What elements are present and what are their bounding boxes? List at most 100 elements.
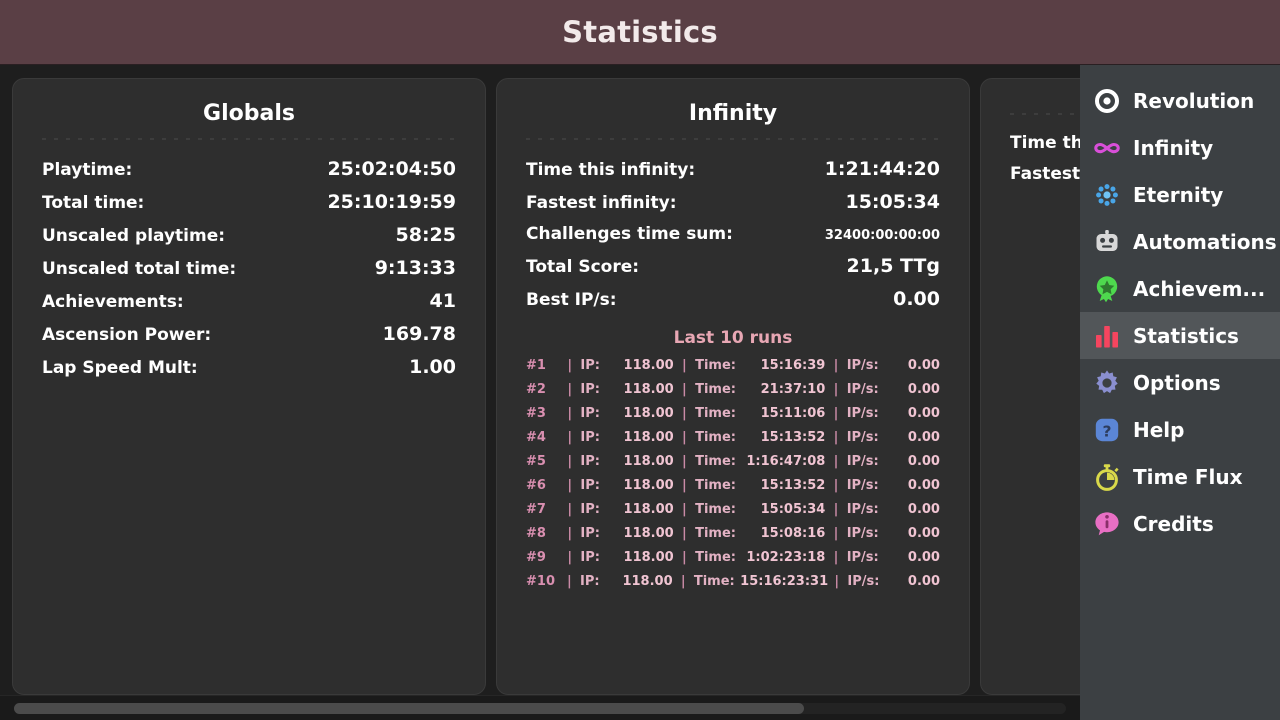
sidebar-item-help[interactable]: ? Help [1080, 406, 1280, 453]
run-row: #6 | IP: 118.00 | Time: 15:13:52 | IP/s: 0.00 [526, 478, 940, 493]
run-separator: | [834, 574, 840, 589]
stat-value: 25:10:19:59 [327, 191, 456, 213]
run-ip-value: 118.00 [623, 430, 674, 445]
run-separator: | [682, 478, 687, 493]
revolution-icon [1092, 86, 1122, 116]
run-rank: #6 [526, 478, 546, 493]
stat-label: Playtime: [42, 160, 133, 180]
stat-value: 9:13:33 [374, 257, 456, 279]
run-ips-label: IP/s: [846, 406, 879, 421]
sidebar-item-credits[interactable]: Credits [1080, 500, 1280, 547]
run-ips-label: IP/s: [846, 502, 879, 517]
run-ip-value: 118.00 [623, 454, 674, 469]
run-ip-label: IP: [580, 358, 600, 373]
run-time-label: Time: [693, 574, 735, 589]
run-ips-value: 0.00 [907, 574, 940, 589]
stats-panel: Infinity Time this infinity: 1:21:44:20 Fas… [496, 78, 970, 695]
run-ips-label: IP/s: [847, 574, 880, 589]
stat-value: 25:02:04:50 [327, 158, 456, 180]
run-ip-label: IP: [580, 406, 600, 421]
run-time-label: Time: [695, 430, 736, 445]
sidebar-item-statistics[interactable]: Statistics [1080, 312, 1280, 359]
stat-row: Playtime: 25:02:04:50 [42, 158, 456, 180]
sidebar-item-options[interactable]: Options [1080, 359, 1280, 406]
sidebar-item-achievem[interactable]: Achievem... [1080, 265, 1280, 312]
stat-row: Best IP/s: 0.00 [526, 288, 940, 310]
panel-divider [526, 138, 940, 140]
stat-label: Challenges time sum: [526, 224, 733, 244]
stat-label: Total time: [42, 193, 145, 213]
scrollbar-thumb[interactable] [14, 703, 804, 714]
run-ips-value: 0.00 [907, 550, 940, 565]
stat-row: Ascension Power: 169.78 [42, 323, 456, 345]
sidebar-item-automations[interactable]: Automations [1080, 218, 1280, 265]
run-separator: | [833, 430, 839, 445]
bar-chart-icon [1092, 321, 1122, 351]
run-ips-label: IP/s: [846, 454, 879, 469]
stat-row: Fastest infinity: 15:05:34 [526, 191, 940, 213]
run-ips-label: IP/s: [846, 430, 879, 445]
sidebar-item-label: Eternity [1133, 182, 1224, 207]
run-time-value: 15:13:52 [760, 478, 826, 493]
run-separator: | [682, 406, 687, 421]
run-separator: | [567, 406, 573, 421]
run-ips-value: 0.00 [907, 454, 940, 469]
run-row: #7 | IP: 118.00 | Time: 15:05:34 | IP/s: 0.00 [526, 502, 940, 517]
run-time-value: 1:02:23:18 [746, 550, 826, 565]
run-rank: #1 [526, 358, 546, 373]
stat-value: 32400:00:00:00 [824, 228, 940, 243]
sidebar-item-label: Revolution [1133, 88, 1255, 113]
stat-row: Achievements: 41 [42, 290, 456, 312]
sidebar-item-infinity[interactable]: Infinity [1080, 124, 1280, 171]
run-separator: | [567, 478, 573, 493]
run-time-value: 15:05:34 [760, 502, 826, 517]
run-time-label: Time: [695, 382, 736, 397]
stat-value: 15:05:34 [845, 191, 940, 213]
run-ip-value: 118.00 [623, 382, 674, 397]
run-row: #2 | IP: 118.00 | Time: 21:37:10 | IP/s: 0.00 [526, 382, 940, 397]
stat-row: Total Score: 21,5 TTg [526, 255, 940, 277]
svg-text:?: ? [1103, 422, 1112, 440]
run-ip-value: 118.00 [623, 550, 674, 565]
run-separator: | [682, 382, 687, 397]
run-separator: | [567, 502, 573, 517]
run-separator: | [833, 526, 839, 541]
run-separator: | [682, 550, 687, 565]
run-time-value: 15:16:23:31 [740, 574, 829, 589]
run-ip-value: 118.00 [623, 478, 674, 493]
run-rank: #10 [526, 574, 555, 589]
stat-label: Time this infinity: [526, 160, 696, 180]
run-ips-value: 0.00 [907, 502, 940, 517]
run-separator: | [680, 574, 686, 589]
stat-row: Unscaled playtime: 58:25 [42, 224, 456, 246]
stat-label: Unscaled total time: [42, 259, 237, 279]
sidebar-item-label: Statistics [1133, 323, 1239, 348]
stopwatch-icon [1092, 462, 1122, 492]
run-ips-label: IP/s: [846, 478, 879, 493]
question-icon: ? [1092, 415, 1122, 445]
run-rank: #5 [526, 454, 546, 469]
infinity-icon [1092, 133, 1122, 163]
horizontal-scrollbar[interactable] [0, 695, 1080, 720]
sidebar-item-eternity[interactable]: Eternity [1080, 171, 1280, 218]
run-separator: | [682, 430, 687, 445]
sidebar-item-revolution[interactable]: Revolution [1080, 77, 1280, 124]
run-ip-label: IP: [580, 382, 600, 397]
run-ip-value: 118.00 [623, 502, 674, 517]
run-ips-value: 0.00 [907, 382, 940, 397]
run-row: #10 | IP: 118.00 | Time: 15:16:23:31 | IP/s: 0.00 [526, 574, 940, 589]
sidebar-item-time-flux[interactable]: Time Flux [1080, 453, 1280, 500]
run-time-label: Time: [695, 406, 736, 421]
run-separator: | [833, 358, 839, 373]
run-time-value: 15:08:16 [760, 526, 826, 541]
header-bar: Statistics [0, 0, 1280, 65]
sidebar-item-label: Options [1133, 370, 1221, 395]
stat-label: Fastest infinity: [526, 193, 677, 213]
run-separator: | [833, 550, 839, 565]
stat-value: 58:25 [395, 224, 456, 246]
run-time-value: 1:16:47:08 [746, 454, 826, 469]
run-time-label: Time: [695, 502, 736, 517]
stat-value: 21,5 TTg [846, 255, 940, 277]
run-ip-label: IP: [580, 550, 600, 565]
run-ip-value: 118.00 [623, 526, 674, 541]
